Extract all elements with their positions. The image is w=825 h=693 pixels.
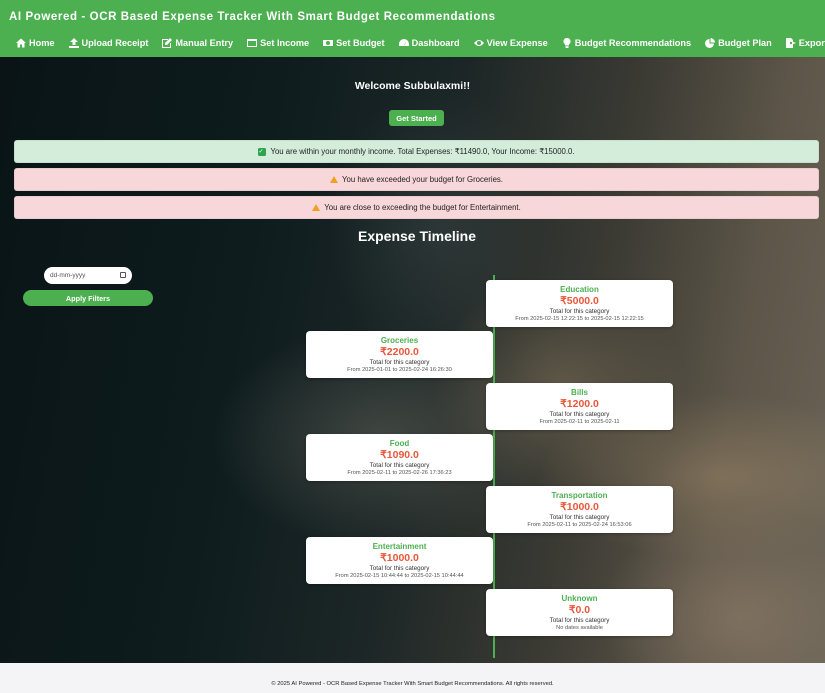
footer-text: © 2025 AI Powered - OCR Based Expense Tr… bbox=[271, 681, 554, 687]
date-filter-input[interactable]: dd-mm-yyyy bbox=[44, 267, 132, 284]
card-amount: ₹1000.0 bbox=[380, 552, 419, 564]
nav-upload-receipt[interactable]: Upload Receipt bbox=[68, 38, 149, 48]
nav-label: Export Data bbox=[798, 38, 825, 48]
timeline-card-transportation[interactable]: Transportation ₹1000.0 Total for this ca… bbox=[486, 486, 673, 533]
nav-budget-recommendations[interactable]: Budget Recommendations bbox=[562, 38, 691, 48]
card-category: Groceries bbox=[380, 336, 419, 345]
nav-label: Upload Receipt bbox=[81, 38, 149, 48]
card-amount: ₹5000.0 bbox=[560, 295, 599, 307]
card-subtitle: Total for this category bbox=[369, 565, 430, 572]
card-subtitle: Total for this category bbox=[549, 308, 610, 315]
check-icon: ✓ bbox=[258, 147, 267, 156]
timeline-card-bills[interactable]: Bills ₹1200.0 Total for this category Fr… bbox=[486, 383, 673, 430]
app-title: AI Powered - OCR Based Expense Tracker W… bbox=[9, 11, 496, 23]
card-category: Education bbox=[560, 285, 599, 294]
nav-budget-plan[interactable]: Budget Plan bbox=[705, 38, 772, 48]
card-date-range: From 2025-02-11 to 2025-02-11 bbox=[539, 419, 620, 425]
edit-icon bbox=[162, 38, 173, 48]
warning-icon bbox=[312, 203, 321, 212]
lightbulb-icon bbox=[562, 38, 572, 48]
card-date-range: No dates available bbox=[556, 625, 603, 631]
card-subtitle: Total for this category bbox=[369, 462, 430, 469]
gauge-icon bbox=[398, 38, 409, 48]
timeline-card-unknown[interactable]: Unknown ₹0.0 Total for this category No … bbox=[486, 589, 673, 636]
card-amount: ₹1200.0 bbox=[560, 398, 599, 410]
card-category: Food bbox=[389, 439, 410, 448]
nav-dashboard[interactable]: Dashboard bbox=[398, 38, 460, 48]
timeline-card-food[interactable]: Food ₹1090.0 Total for this category Fro… bbox=[306, 434, 493, 481]
timeline-title: Expense Timeline bbox=[357, 228, 476, 244]
eye-icon bbox=[473, 38, 484, 48]
alert-text: You have exceeded your budget for Grocer… bbox=[342, 175, 503, 184]
nav-export-data[interactable]: Export Data bbox=[785, 38, 825, 48]
card-subtitle: Total for this category bbox=[549, 514, 610, 521]
nav-label: Manual Entry bbox=[175, 38, 234, 48]
calendar-icon[interactable] bbox=[120, 272, 126, 278]
timeline-card-groceries[interactable]: Groceries ₹2200.0 Total for this categor… bbox=[306, 331, 493, 378]
alert-text: You are within your monthly income. Tota… bbox=[270, 147, 575, 156]
card-subtitle: Total for this category bbox=[369, 359, 430, 366]
card-amount: ₹1090.0 bbox=[380, 449, 419, 461]
timeline-card-entertainment[interactable]: Entertainment ₹1000.0 Total for this cat… bbox=[306, 537, 493, 584]
income-status-alert: ✓ You are within your monthly income. To… bbox=[14, 140, 819, 163]
card-date-range: From 2025-02-11 to 2025-02-26 17:36:23 bbox=[347, 470, 452, 476]
main-nav: Home Upload Receipt Manual Entry Set Inc… bbox=[16, 38, 825, 48]
nav-label: View Expense bbox=[486, 38, 548, 48]
money-icon bbox=[323, 38, 334, 48]
card-amount: ₹0.0 bbox=[568, 604, 591, 616]
alert-text: You are close to exceeding the budget fo… bbox=[324, 203, 521, 212]
get-started-button[interactable]: Get Started bbox=[389, 110, 444, 126]
footer: © 2025 AI Powered - OCR Based Expense Tr… bbox=[0, 663, 825, 693]
warning-icon bbox=[330, 175, 339, 184]
nav-set-budget[interactable]: Set Budget bbox=[323, 38, 385, 48]
card-amount: ₹2200.0 bbox=[380, 346, 419, 358]
budget-exceeded-alert: You have exceeded your budget for Grocer… bbox=[14, 168, 819, 191]
nav-label: Home bbox=[29, 38, 55, 48]
card-category: Entertainment bbox=[372, 542, 427, 551]
card-amount: ₹1000.0 bbox=[560, 501, 599, 513]
card-category: Transportation bbox=[551, 491, 608, 500]
card-date-range: From 2025-02-15 10:44:44 to 2025-02-15 1… bbox=[335, 573, 464, 579]
card-date-range: From 2025-02-15 12:22:15 to 2025-02-15 1… bbox=[515, 316, 644, 322]
home-icon bbox=[16, 38, 26, 48]
pie-chart-icon bbox=[705, 38, 716, 48]
nav-label: Set Income bbox=[260, 38, 310, 48]
top-navbar: AI Powered - OCR Based Expense Tracker W… bbox=[0, 0, 825, 57]
upload-icon bbox=[68, 38, 79, 48]
nav-set-income[interactable]: Set Income bbox=[247, 38, 309, 48]
apply-filters-button[interactable]: Apply Filters bbox=[23, 290, 153, 306]
welcome-message: Welcome Subbulaxmi!! bbox=[354, 80, 471, 92]
nav-label: Budget Plan bbox=[718, 38, 772, 48]
nav-label: Dashboard bbox=[411, 38, 460, 48]
budget-near-limit-alert: You are close to exceeding the budget fo… bbox=[14, 196, 819, 219]
timeline-card-education[interactable]: Education ₹5000.0 Total for this categor… bbox=[486, 280, 673, 327]
nav-label: Set Budget bbox=[336, 38, 385, 48]
nav-view-expense[interactable]: View Expense bbox=[473, 38, 548, 48]
card-date-range: From 2025-01-01 to 2025-02-24 16:26:30 bbox=[347, 367, 452, 373]
wallet-icon bbox=[247, 38, 258, 48]
nav-label: Budget Recommendations bbox=[574, 38, 692, 48]
export-icon bbox=[785, 38, 796, 48]
nav-home[interactable]: Home bbox=[16, 38, 55, 48]
card-subtitle: Total for this category bbox=[549, 411, 610, 418]
date-placeholder: dd-mm-yyyy bbox=[50, 272, 86, 279]
card-date-range: From 2025-02-11 to 2025-02-24 16:53:06 bbox=[527, 522, 632, 528]
card-category: Bills bbox=[571, 388, 588, 397]
nav-manual-entry[interactable]: Manual Entry bbox=[162, 38, 233, 48]
card-subtitle: Total for this category bbox=[549, 617, 610, 624]
card-category: Unknown bbox=[561, 594, 598, 603]
